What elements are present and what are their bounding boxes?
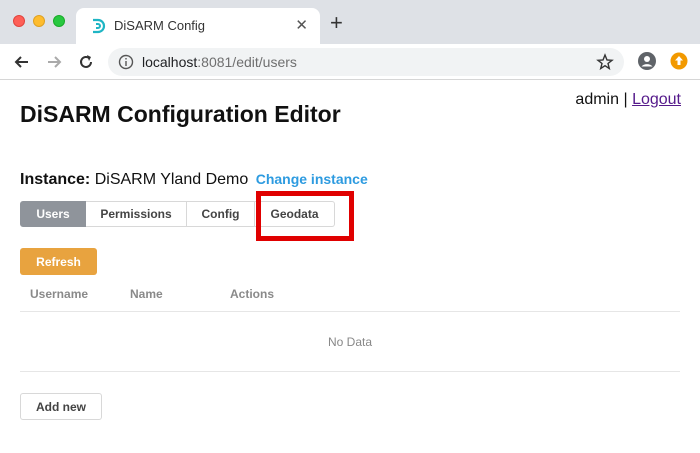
page-title: DiSARM Configuration Editor [20, 101, 341, 127]
url-path: :8081/edit/users [197, 54, 297, 70]
tab-users[interactable]: Users [20, 201, 86, 227]
table-header-divider [20, 311, 680, 312]
change-instance-link[interactable]: Change instance [256, 171, 368, 187]
reload-icon[interactable] [76, 52, 96, 72]
logout-link[interactable]: Logout [632, 91, 681, 108]
update-icon[interactable] [669, 51, 689, 71]
bookmark-star-icon[interactable] [596, 53, 614, 71]
tab-title: DiSARM Config [114, 18, 206, 33]
browser-tab[interactable]: DiSARM Config ✕ [76, 8, 320, 44]
url-host: localhost [142, 54, 198, 70]
browser-tab-bar: DiSARM Config ✕ + [0, 0, 700, 44]
forward-arrow-icon[interactable] [44, 52, 64, 72]
refresh-button[interactable]: Refresh [20, 248, 97, 275]
instance-name: DiSARM Yland Demo [94, 171, 249, 188]
column-header-actions: Actions [230, 287, 275, 301]
highlight-annotation-box [256, 191, 354, 241]
info-icon[interactable] [118, 54, 134, 70]
back-arrow-icon[interactable] [12, 52, 32, 72]
close-window-button[interactable] [13, 15, 25, 27]
separator: | [623, 91, 628, 108]
minimize-window-button[interactable] [33, 15, 45, 27]
maximize-window-button[interactable] [53, 15, 65, 27]
add-new-button[interactable]: Add new [20, 393, 102, 420]
new-tab-button[interactable]: + [330, 12, 343, 34]
disarm-favicon-icon [93, 18, 106, 34]
instance-label: Instance: [20, 171, 91, 188]
profile-icon[interactable] [637, 51, 657, 71]
username-label: admin [575, 91, 619, 108]
column-header-name: Name [130, 287, 163, 301]
address-bar[interactable]: localhost:8081/edit/users [108, 48, 624, 76]
instance-line: Instance: DiSARM Yland Demo Change insta… [20, 171, 368, 189]
tab-close-icon[interactable]: ✕ [295, 16, 308, 34]
tab-permissions[interactable]: Permissions [86, 201, 187, 227]
empty-table-message: No Data [327, 335, 373, 349]
user-area: admin | Logout [575, 91, 681, 109]
browser-toolbar: localhost:8081/edit/users [0, 44, 700, 80]
url-text: localhost:8081/edit/users [142, 54, 297, 70]
tab-config[interactable]: Config [187, 201, 255, 227]
table-bottom-divider [20, 371, 680, 372]
column-header-username: Username [30, 287, 89, 301]
